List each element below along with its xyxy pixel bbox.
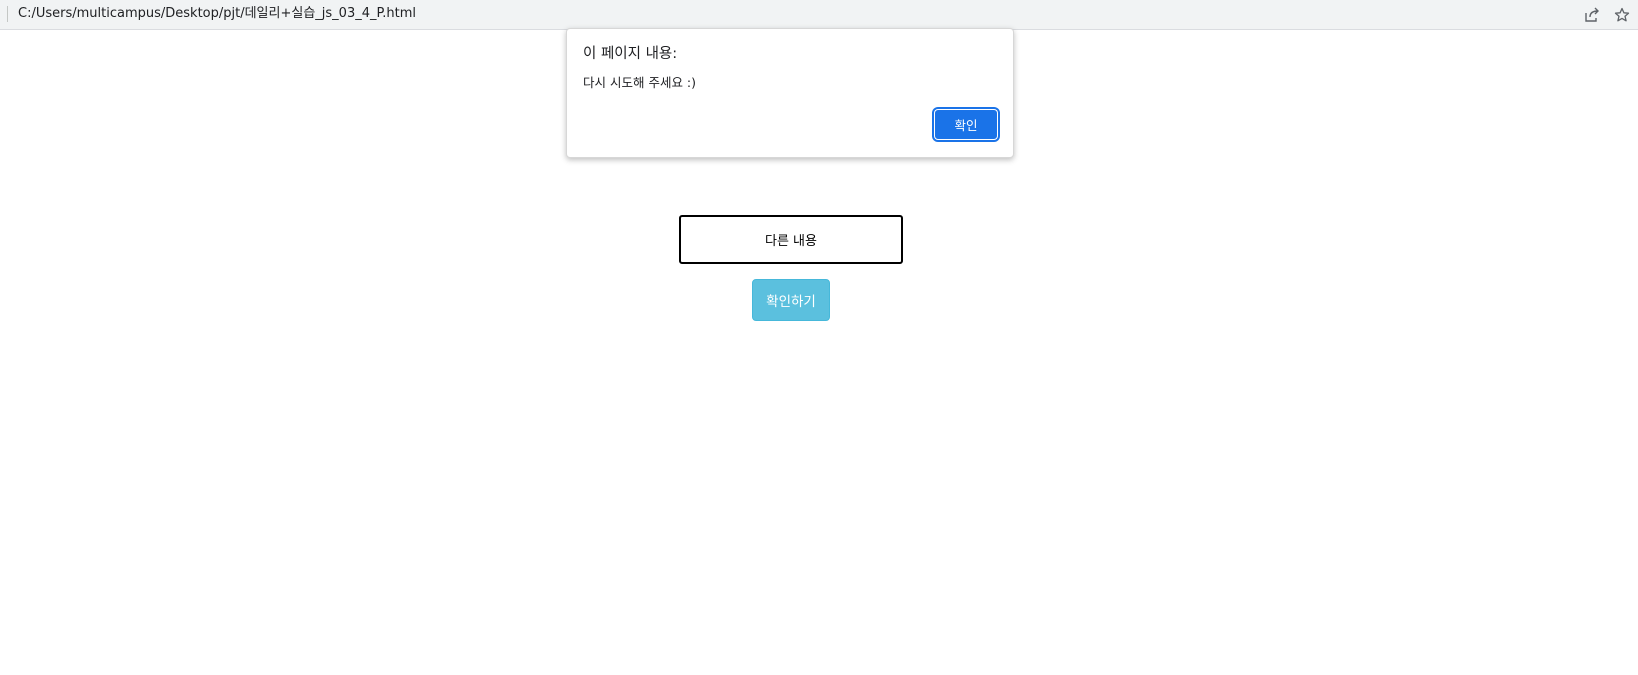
address-url[interactable]: C:/Users/multicampus/Desktop/pjt/데일리+실습_… — [18, 6, 416, 22]
dialog-message: 다시 시도해 주세요 :) — [583, 75, 697, 90]
dialog-ok-button[interactable]: 확인 — [934, 109, 998, 140]
address-divider — [7, 6, 8, 22]
content-input[interactable] — [679, 215, 903, 264]
browser-address-bar: C:/Users/multicampus/Desktop/pjt/데일리+실습_… — [0, 0, 1638, 30]
dialog-title: 이 페이지 내용: — [583, 46, 678, 62]
share-icon[interactable] — [1581, 4, 1603, 26]
alert-dialog: 이 페이지 내용: 다시 시도해 주세요 :) 확인 — [566, 28, 1014, 158]
confirm-button[interactable]: 확인하기 — [752, 279, 830, 321]
star-icon[interactable] — [1611, 4, 1633, 26]
